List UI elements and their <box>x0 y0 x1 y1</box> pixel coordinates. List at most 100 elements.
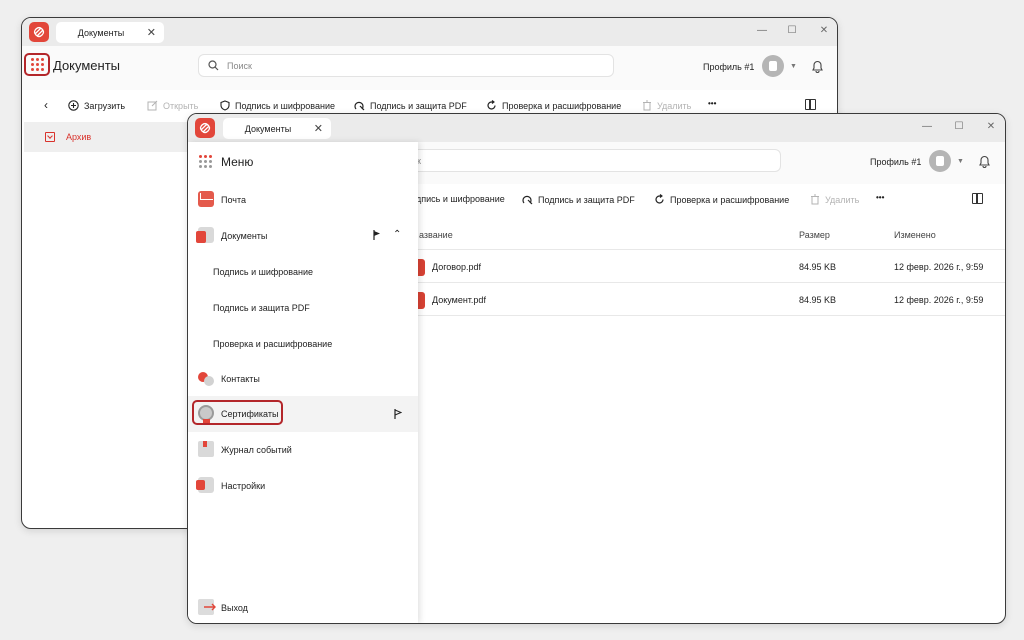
documents-icon <box>196 227 214 243</box>
pdf-sign-icon <box>354 101 365 111</box>
plus-circle-icon <box>68 100 79 111</box>
delete-button[interactable]: Удалить <box>642 100 691 111</box>
settings-icon <box>196 477 214 493</box>
title-bar: Документы ✕ — ☐ ✕ <box>188 114 1005 142</box>
panel-toggle-icon[interactable] <box>805 99 816 110</box>
maximize-button[interactable]: ☐ <box>952 121 966 132</box>
menu-subitem-verify-decrypt[interactable]: Проверка и расшифрование <box>188 326 418 362</box>
upload-button[interactable]: Загрузить <box>68 100 125 111</box>
sign-encrypt-label: Подпись и шифрование <box>235 100 335 111</box>
menu-item-journal[interactable]: Журнал событий <box>188 432 418 468</box>
menu-item-label: Журнал событий <box>221 445 292 455</box>
edit-icon <box>147 100 158 111</box>
verify-decrypt-button[interactable]: Проверка и расшифрование <box>654 194 789 205</box>
profile-name[interactable]: Профиль #1 <box>870 157 921 167</box>
pdf-sign-icon <box>522 195 533 205</box>
menu-item-contacts[interactable]: Контакты <box>188 361 418 397</box>
close-button[interactable]: ✕ <box>984 121 998 132</box>
grid-menu-icon[interactable] <box>199 155 212 168</box>
minimize-button[interactable]: — <box>920 121 934 132</box>
menu-item-label: Почта <box>221 195 246 205</box>
verify-decrypt-label: Проверка и расшифрование <box>502 100 622 111</box>
menu-subitem-sign-encrypt[interactable]: Подпись и шифрование <box>188 254 418 290</box>
verify-decrypt-label: Проверка и расшифрование <box>670 194 790 205</box>
menu-item-label: Документы <box>221 231 268 241</box>
archive-icon <box>45 132 55 142</box>
tab-documents[interactable]: Документы ✕ <box>56 22 164 43</box>
menu-item-label: Контакты <box>221 374 260 384</box>
sign-pdf-label: Подпись и защита PDF <box>538 194 635 205</box>
avatar[interactable] <box>762 55 784 77</box>
pin-flag-outline-icon[interactable] <box>394 409 402 419</box>
sign-encrypt-button[interactable]: Подпись и шифрование <box>220 100 335 111</box>
app-logo-icon <box>195 118 215 138</box>
avatar[interactable] <box>929 150 951 172</box>
journal-icon <box>198 441 214 457</box>
archive-label: Архив <box>66 132 92 142</box>
delete-label: Удалить <box>657 100 692 111</box>
open-button[interactable]: Открыть <box>147 100 198 111</box>
menu-item-label: Проверка и расшифрование <box>213 339 333 349</box>
pin-flag-icon[interactable] <box>373 230 381 240</box>
menu-subitem-sign-pdf[interactable]: Подпись и защита PDF <box>188 290 418 326</box>
menu-item-label: Выход <box>221 603 248 613</box>
profile-name[interactable]: Профиль #1 <box>703 62 754 72</box>
chevron-up-icon[interactable]: ⌃ <box>393 229 401 240</box>
menu-item-documents[interactable]: Документы ⌃ <box>188 218 418 254</box>
search-input[interactable]: к <box>388 149 781 172</box>
upload-label: Загрузить <box>84 100 126 111</box>
refresh-icon <box>487 100 496 110</box>
panel-toggle-icon[interactable] <box>972 193 983 204</box>
chevron-down-icon[interactable]: ▼ <box>790 63 797 70</box>
refresh-icon <box>655 194 664 204</box>
sign-pdf-button[interactable]: Подпись и защита PDF <box>354 100 467 111</box>
close-button[interactable]: ✕ <box>817 25 831 36</box>
app-logo-icon <box>29 22 49 42</box>
maximize-button[interactable]: ☐ <box>785 25 799 36</box>
menu-item-label: Подпись и шифрование <box>213 267 313 277</box>
file-modified: 12 февр. 2026 г., 9:59 <box>894 262 984 272</box>
column-name[interactable]: азвание <box>419 230 453 240</box>
menu-item-settings[interactable]: Настройки <box>188 468 418 504</box>
minimize-button[interactable]: — <box>755 25 769 36</box>
menu-item-exit[interactable]: Выход <box>188 590 418 623</box>
tab-documents[interactable]: Документы ✕ <box>223 118 331 139</box>
column-size[interactable]: Размер <box>799 230 830 240</box>
more-button[interactable]: ••• <box>876 193 884 202</box>
main-menu-panel: Меню Почта Документы ⌃ Подпись и шифрова… <box>188 142 418 623</box>
sign-pdf-label: Подпись и защита PDF <box>370 100 467 111</box>
open-label: Открыть <box>163 100 199 111</box>
bell-icon[interactable] <box>811 59 824 73</box>
sidebar-item-archive[interactable]: Архив <box>24 122 190 152</box>
sign-pdf-button[interactable]: Подпись и защита PDF <box>522 194 635 205</box>
mail-icon <box>198 191 214 207</box>
more-button[interactable]: ••• <box>708 99 716 108</box>
column-modified[interactable]: Изменено <box>894 230 936 240</box>
bell-icon[interactable] <box>978 154 991 168</box>
file-name: Документ.pdf <box>432 295 486 305</box>
delete-button[interactable]: Удалить <box>810 194 859 205</box>
menu-title: Меню <box>221 155 254 169</box>
title-bar: Документы ✕ — ☐ ✕ <box>22 18 837 46</box>
exit-icon <box>198 599 216 615</box>
menu-item-label: Подпись и защита PDF <box>213 303 310 313</box>
file-size: 84.95 KB <box>799 295 837 305</box>
menu-item-mail[interactable]: Почта <box>188 182 418 218</box>
trash-icon <box>811 194 819 205</box>
menu-button-highlight <box>24 53 50 76</box>
file-size: 84.95 KB <box>799 262 837 272</box>
app-header: Документы Поиск Профиль #1 ▼ <box>22 46 837 90</box>
page-title: Документы <box>53 58 121 73</box>
back-button[interactable]: ‹ <box>44 98 48 112</box>
tab-label: Документы <box>77 28 125 38</box>
tab-close-icon[interactable]: ✕ <box>314 122 323 135</box>
verify-decrypt-button[interactable]: Проверка и расшифрование <box>486 100 621 111</box>
chevron-down-icon[interactable]: ▼ <box>957 158 964 165</box>
tab-close-icon[interactable]: ✕ <box>147 26 156 39</box>
documents-window-front: Документы ✕ — ☐ ✕ к Профиль #1 ▼ дпись и… <box>187 113 1006 624</box>
tab-label: Документы <box>244 124 292 134</box>
sign-encrypt-button[interactable]: дпись и шифрование <box>416 194 505 204</box>
delete-label: Удалить <box>825 194 860 205</box>
search-input[interactable]: Поиск <box>198 54 614 77</box>
shield-icon <box>220 100 230 111</box>
